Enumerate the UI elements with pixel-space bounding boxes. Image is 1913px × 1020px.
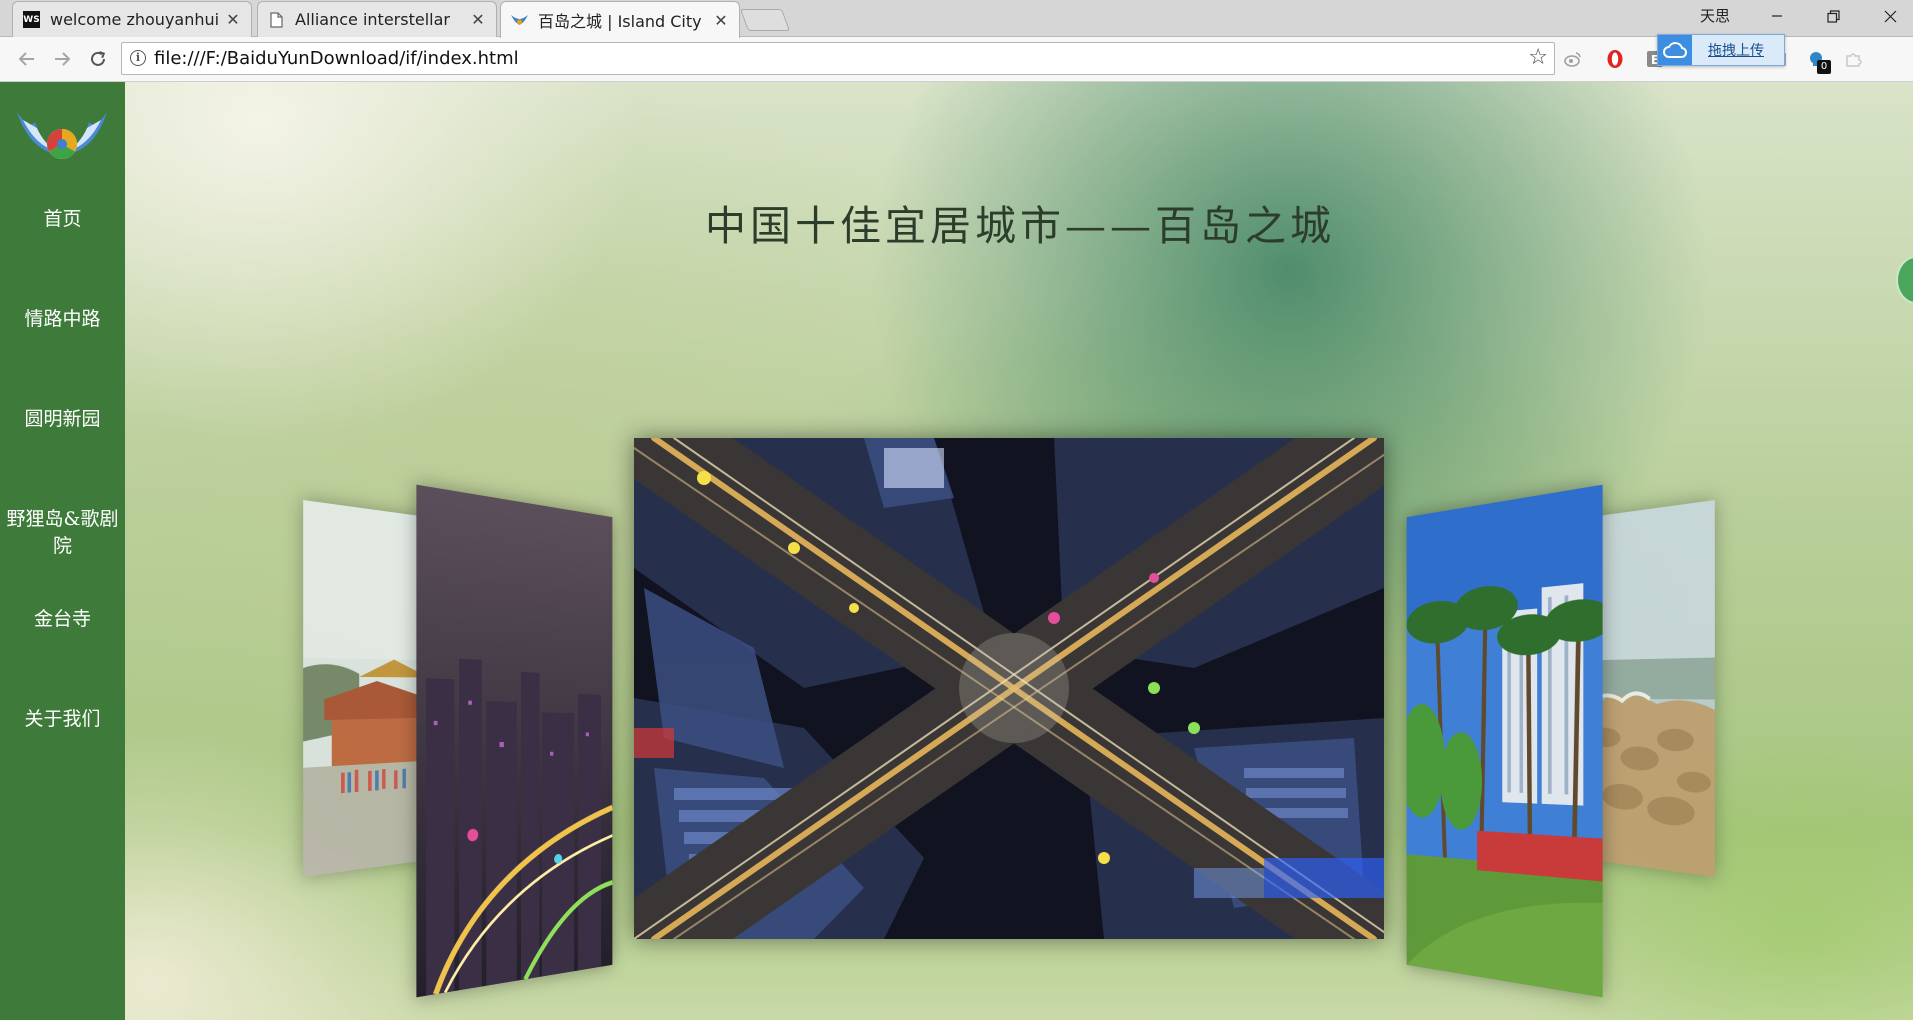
nav-item-qinglu-road[interactable]: 情路中路 <box>0 306 125 333</box>
baidu-upload-popup[interactable]: 拖拽上传 <box>1657 34 1785 66</box>
address-bar[interactable]: i file:///F:/BaiduYunDownload/if/index.h… <box>121 42 1555 75</box>
url-text[interactable]: file:///F:/BaiduYunDownload/if/index.htm… <box>154 48 519 69</box>
floating-side-button[interactable] <box>1896 256 1913 304</box>
notification-badge: 0 <box>1817 60 1831 74</box>
tab-title: 百岛之城 | Island City <box>538 12 702 31</box>
temple-plaza-photo <box>303 500 429 877</box>
browser-toolbar: i file:///F:/BaiduYunDownload/if/index.h… <box>0 37 1913 104</box>
site-logo[interactable] <box>15 104 109 166</box>
palm-park-photo <box>1406 484 1603 998</box>
carousel-slide-intersection[interactable] <box>634 438 1384 939</box>
back-button[interactable] <box>13 45 41 73</box>
tab-title: welcome zhouyanhui C <box>50 10 219 29</box>
puzzle-extension-icon[interactable] <box>1843 48 1865 70</box>
minimize-button[interactable] <box>1754 0 1800 32</box>
weibo-extension-icon[interactable] <box>1562 48 1584 70</box>
webstorm-icon: WS <box>23 11 40 28</box>
nav-item-jintai-temple[interactable]: 金台寺 <box>0 606 125 633</box>
nav-item-home[interactable]: 首页 <box>0 206 125 233</box>
tab-island-city[interactable]: 百岛之城 | Island City ✕ <box>500 1 740 38</box>
close-icon[interactable]: ✕ <box>470 10 486 29</box>
sidebar-nav: 首页 情路中路 圆明新园 野狸岛&歌剧院 金台寺 关于我们 <box>0 82 125 1020</box>
forward-button[interactable] <box>48 45 76 73</box>
tab-alliance[interactable]: Alliance interstellar ✕ <box>257 1 497 37</box>
profile-name[interactable]: 天思 <box>1700 5 1730 26</box>
rocky-seashore-photo <box>1589 500 1715 877</box>
new-tab-button[interactable] <box>739 9 791 31</box>
night-intersection-aerial-photo <box>634 438 1384 939</box>
wings-logo-icon <box>511 12 528 29</box>
nav-item-yeli-island-opera[interactable]: 野狸岛&歌剧院 <box>0 506 125 560</box>
opera-extension-icon[interactable] <box>1604 48 1626 70</box>
cloud-upload-icon <box>1658 35 1692 65</box>
close-icon[interactable]: ✕ <box>713 11 729 30</box>
bookmark-star-icon[interactable]: ☆ <box>1528 45 1548 70</box>
carousel-slide-night-city[interactable] <box>416 484 613 998</box>
page-viewport: 首页 情路中路 圆明新园 野狸岛&歌剧院 金台寺 关于我们 中国十佳宜居城市——… <box>0 82 1913 1020</box>
close-icon[interactable]: ✕ <box>225 10 241 29</box>
upload-label[interactable]: 拖拽上传 <box>1708 40 1764 60</box>
tab-strip: WS welcome zhouyanhui C ✕ Alliance inter… <box>0 0 1913 38</box>
page-title: 中国十佳宜居城市——百岛之城 <box>705 202 1335 250</box>
tab-welcome[interactable]: WS welcome zhouyanhui C ✕ <box>12 1 252 37</box>
carousel-slide-seashore[interactable] <box>1589 500 1715 877</box>
carousel-slide-temple-plaza[interactable] <box>303 500 429 877</box>
close-window-button[interactable] <box>1867 0 1913 32</box>
night-city-skyline-photo <box>416 484 613 998</box>
nav-item-about-us[interactable]: 关于我们 <box>0 706 125 733</box>
info-icon[interactable]: i <box>130 50 146 66</box>
carousel-slide-palm-park[interactable] <box>1406 484 1603 998</box>
tab-title: Alliance interstellar <box>295 10 450 29</box>
reload-button[interactable] <box>84 45 112 73</box>
document-icon <box>268 11 285 28</box>
restore-button[interactable] <box>1810 0 1856 32</box>
nav-item-yuanming-garden[interactable]: 圆明新园 <box>0 406 125 433</box>
